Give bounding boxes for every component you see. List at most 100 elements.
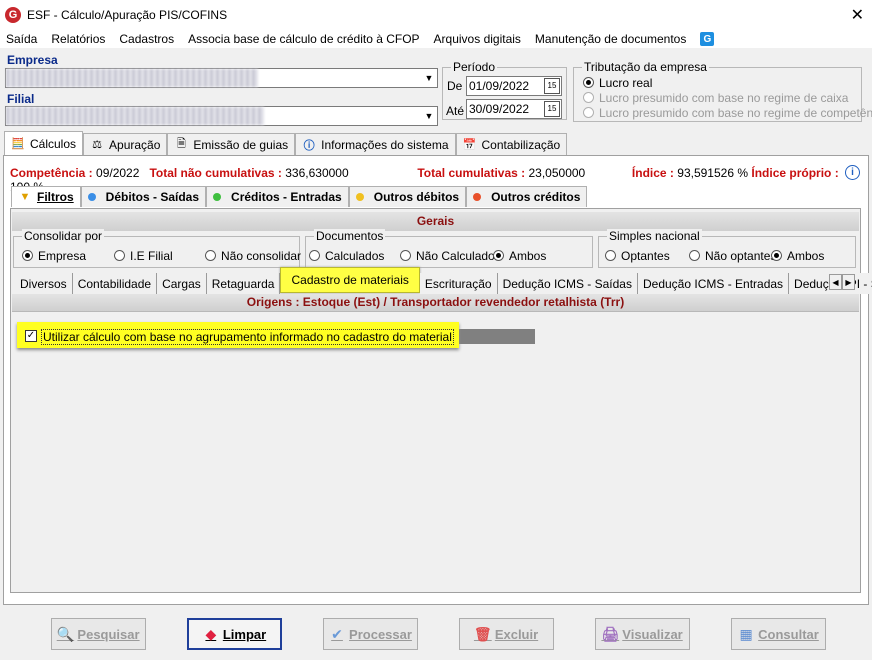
consolidar-empresa[interactable]: Empresa xyxy=(22,249,86,263)
green-dot-icon xyxy=(213,193,222,201)
radio-icon[interactable] xyxy=(400,250,411,261)
title-bar: G ESF - Cálculo/Apuração PIS/COFINS ✕ xyxy=(0,0,872,30)
eraser-icon: ◆ xyxy=(205,625,217,642)
excluir-button[interactable]: 🗑 Excluir xyxy=(459,618,554,650)
tab-cargas[interactable]: Cargas xyxy=(157,273,207,294)
tab-outros-creditos[interactable]: Outros créditos xyxy=(466,186,588,207)
chevron-left-icon[interactable]: ◀ xyxy=(829,274,842,290)
documentos-nao-calculados[interactable]: Não Calculados xyxy=(400,249,501,263)
scale-icon: ⚖ xyxy=(92,139,102,151)
periodo-title: Período xyxy=(451,60,498,74)
tab-deducao-icms-entradas[interactable]: Dedução ICMS - Entradas xyxy=(637,273,790,294)
tab-retaguarda[interactable]: Retaguarda xyxy=(206,273,281,294)
ate-date-input[interactable]: 30/09/2022 15 xyxy=(466,99,562,119)
check-icon: ✔ xyxy=(331,625,343,642)
simples-title: Simples nacional xyxy=(607,229,702,243)
de-label: De xyxy=(447,79,463,93)
tab-filtros[interactable]: ▼ Filtros xyxy=(11,186,81,207)
consolidar-nao-consolidar[interactable]: Não consolidar xyxy=(205,249,301,263)
documentos-group: Documentos Calculados Não Calculados Amb… xyxy=(305,229,593,268)
menu-bar: Saída Relatórios Cadastros Associa base … xyxy=(0,30,872,48)
menu-saida[interactable]: Saída xyxy=(6,32,37,46)
de-date-input[interactable]: 01/09/2022 15 xyxy=(466,76,562,96)
chevron-right-icon[interactable]: ▶ xyxy=(842,274,855,290)
simples-nacional-group: Simples nacional Optantes Não optantes A… xyxy=(598,229,856,268)
menu-associa-base[interactable]: Associa base de cálculo de crédito à CFO… xyxy=(188,32,419,46)
calendar-icon[interactable]: 15 xyxy=(544,101,560,117)
tab-outros-debitos[interactable]: Outros débitos xyxy=(348,186,467,207)
periodo-group: Período De 01/09/2022 15 Até 30/09/2022 … xyxy=(442,60,567,120)
menu-arquivos-digitais[interactable]: Arquivos digitais xyxy=(434,32,521,46)
calculos-panel: Competência : 09/2022 Total não cumulati… xyxy=(3,155,872,605)
simples-nao-optantes[interactable]: Não optantes xyxy=(689,249,776,263)
chevron-down-icon[interactable]: ▼ xyxy=(421,69,437,87)
radio-icon[interactable] xyxy=(605,250,616,261)
pesquisar-button[interactable]: 🔍 Pesquisar xyxy=(51,618,146,650)
status-line: Competência : 09/2022 Total não cumulati… xyxy=(10,165,860,194)
tab-debitos-saidas[interactable]: Débitos - Saídas xyxy=(80,186,207,207)
consultar-button[interactable]: ▦ Consultar xyxy=(731,618,826,650)
tab-escrituracao[interactable]: Escrituração xyxy=(419,273,498,294)
yellow-dot-icon xyxy=(355,193,364,201)
radio-selected-icon[interactable] xyxy=(22,250,33,261)
processar-button[interactable]: ✔ Processar xyxy=(323,618,418,650)
tributacao-presumido-caixa[interactable]: Lucro presumido com base no regime de ca… xyxy=(583,91,848,105)
tab-contabilizacao[interactable]: 📅 Contabilização xyxy=(455,133,568,155)
agrupamento-checkbox-label[interactable]: Utilizar cálculo com base no agrupamento… xyxy=(41,329,454,345)
documentos-title: Documentos xyxy=(314,229,386,243)
tab-deducao-icms-saidas[interactable]: Dedução ICMS - Saídas xyxy=(497,273,638,294)
tab-cadastro-materiais[interactable]: Cadastro de materiais xyxy=(280,267,420,293)
tab-diversos[interactable]: Diversos xyxy=(15,273,73,294)
radio-selected-icon[interactable] xyxy=(493,250,504,261)
brand-g-icon[interactable]: G xyxy=(700,32,715,46)
radio-icon[interactable] xyxy=(583,107,594,118)
tributacao-presumido-competencia[interactable]: Lucro presumido com base no regime de co… xyxy=(583,106,872,120)
simples-optantes[interactable]: Optantes xyxy=(605,249,670,263)
calendar-icon[interactable]: 15 xyxy=(544,78,560,94)
menu-cadastros[interactable]: Cadastros xyxy=(119,32,174,46)
empresa-label: Empresa xyxy=(7,53,58,67)
tab-emissao-guias[interactable]: 🗎 Emissão de guias xyxy=(167,133,296,155)
menu-manutencao-documentos[interactable]: Manutenção de documentos xyxy=(535,32,686,46)
printer-icon: 🖨 xyxy=(601,625,620,642)
total-nao-cumulativas-label: Total não cumulativas : xyxy=(149,166,282,180)
document-icon: 🗎 xyxy=(176,138,186,150)
tab-apuracao[interactable]: ⚖ Apuração xyxy=(83,133,168,155)
info-icon[interactable]: i xyxy=(845,165,860,180)
radio-selected-icon[interactable] xyxy=(771,250,782,261)
tab-informacoes-sistema[interactable]: ⓘ Informações do sistema xyxy=(295,133,456,155)
radio-selected-icon[interactable] xyxy=(583,77,594,88)
simples-ambos[interactable]: Ambos xyxy=(771,249,824,263)
tab-calculos[interactable]: 🧮 Cálculos xyxy=(4,131,84,155)
total-cumulativas-label: Total cumulativas : xyxy=(417,166,526,180)
table-icon: ▦ xyxy=(739,625,753,642)
menu-relatorios[interactable]: Relatórios xyxy=(51,32,105,46)
calendar-icon: 📅 xyxy=(462,139,477,151)
tributacao-lucro-real[interactable]: Lucro real xyxy=(583,76,652,90)
documentos-ambos[interactable]: Ambos xyxy=(493,249,546,263)
empresa-combo[interactable]: ▼ xyxy=(5,68,438,88)
agrupamento-checkbox[interactable]: ✓ xyxy=(25,330,37,342)
indice-label: Índice : xyxy=(631,166,674,180)
gerais-header: Gerais xyxy=(12,212,859,231)
action-button-bar: 🔍 Pesquisar ◆ Limpar ✔ Processar 🗑 Excluir 🖨… xyxy=(0,606,872,660)
blue-dot-icon xyxy=(87,193,96,201)
radio-icon[interactable] xyxy=(205,250,216,261)
main-tab-bar: 🧮 Cálculos ⚖ Apuração 🗎 Emissão de guias ⓘ I… xyxy=(4,131,568,155)
filial-combo[interactable]: ▼ xyxy=(5,106,438,126)
radio-icon[interactable] xyxy=(583,92,594,103)
radio-icon[interactable] xyxy=(114,250,125,261)
chevron-down-icon[interactable]: ▼ xyxy=(421,107,437,125)
documentos-calculados[interactable]: Calculados xyxy=(309,249,384,263)
tab-creditos-entradas[interactable]: Créditos - Entradas xyxy=(206,186,349,207)
radio-icon[interactable] xyxy=(689,250,700,261)
info-icon: ⓘ xyxy=(303,139,315,152)
tributacao-group: Tributação da empresa Lucro real Lucro p… xyxy=(573,60,872,122)
radio-icon[interactable] xyxy=(309,250,320,261)
close-icon[interactable]: ✕ xyxy=(851,5,864,25)
empresa-value-redacted xyxy=(6,69,258,87)
limpar-button[interactable]: ◆ Limpar xyxy=(187,618,282,650)
tab-contabilidade[interactable]: Contabilidade xyxy=(72,273,158,294)
consolidar-ie-filial[interactable]: I.E Filial xyxy=(114,249,173,263)
visualizar-button[interactable]: 🖨 Visualizar xyxy=(595,618,690,650)
